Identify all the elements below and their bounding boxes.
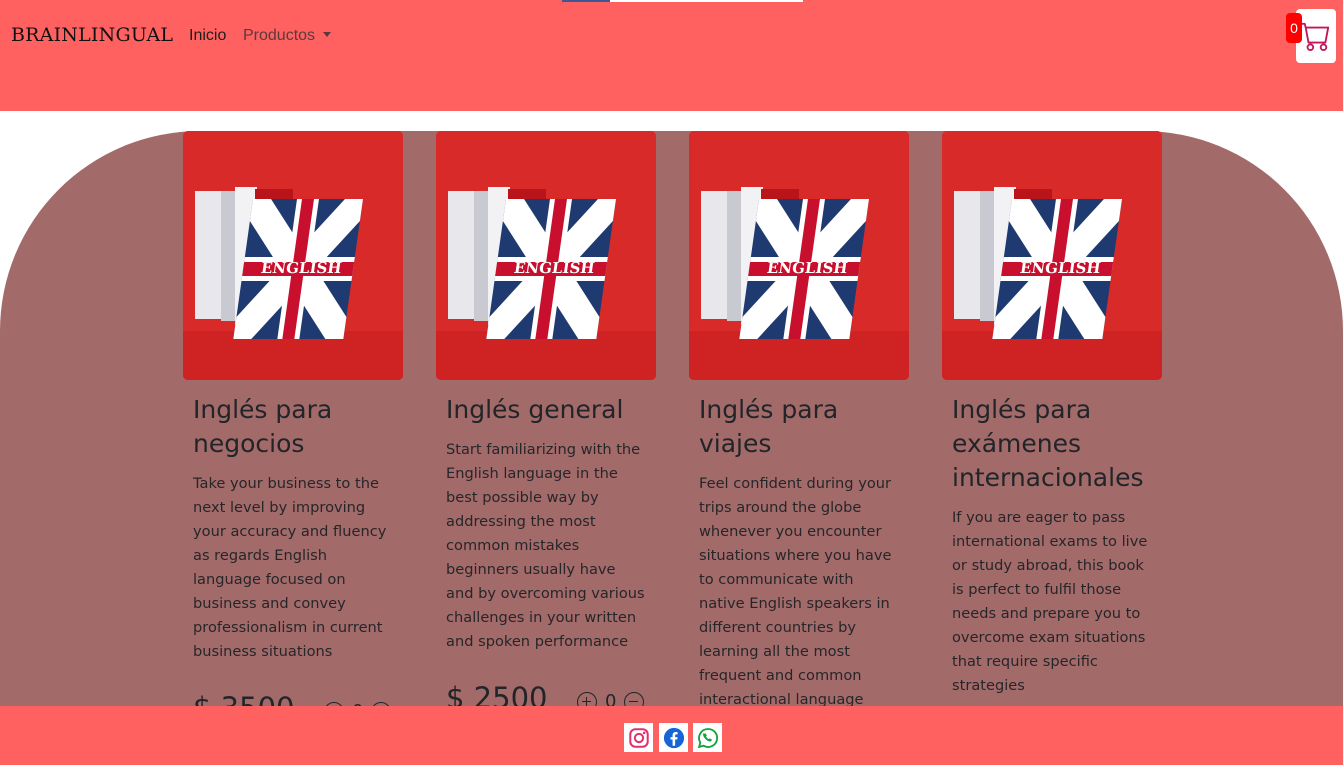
- svg-text:ENGLISH: ENGLISH: [513, 259, 596, 277]
- product-card: ENGLISH Inglés para negocios Take your b…: [183, 131, 403, 735]
- top-progress-strip: [562, 0, 803, 2]
- product-title: Inglés general: [446, 395, 624, 424]
- product-title: Inglés para negocios: [193, 395, 333, 458]
- product-title: Inglés para exámenes internacionales: [952, 395, 1144, 492]
- product-description: If you are eager to pass international e…: [952, 509, 1148, 694]
- cart-count-badge: 0: [1286, 13, 1302, 43]
- product-card: ENGLISH Inglés general Start familiarizi…: [436, 131, 656, 725]
- facebook-icon[interactable]: [659, 723, 688, 752]
- navbar: BRAINLINGUAL Inicio Productos 0: [0, 0, 1343, 111]
- product-image: ENGLISH: [689, 131, 909, 380]
- svg-text:ENGLISH: ENGLISH: [766, 259, 849, 277]
- product-image: ENGLISH: [436, 131, 656, 380]
- product-image: ENGLISH: [183, 131, 403, 380]
- cart-button[interactable]: [1296, 9, 1336, 63]
- product-description: Start familiarizing with the English lan…: [446, 441, 645, 650]
- product-image: ENGLISH: [942, 131, 1162, 380]
- cart-icon: [1301, 22, 1330, 51]
- brand-logo[interactable]: BRAINLINGUAL: [11, 24, 173, 46]
- nav-link-inicio[interactable]: Inicio: [189, 27, 226, 45]
- svg-text:ENGLISH: ENGLISH: [1019, 259, 1102, 277]
- whatsapp-icon[interactable]: [693, 723, 722, 752]
- product-description: Feel confident during your trips around …: [699, 475, 892, 732]
- product-title: Inglés para viajes: [699, 395, 839, 458]
- product-card: ENGLISH Inglés para exámenes internacion…: [942, 131, 1162, 698]
- svg-text:ENGLISH: ENGLISH: [260, 259, 343, 277]
- nav-productos-label: Productos: [243, 27, 316, 44]
- product-card: ENGLISH Inglés para viajes Feel confiden…: [689, 131, 909, 736]
- chevron-down-icon: [323, 32, 332, 37]
- instagram-icon[interactable]: [624, 723, 653, 752]
- nav-link-productos[interactable]: Productos: [243, 27, 332, 45]
- product-description: Take your business to the next level by …: [193, 475, 387, 660]
